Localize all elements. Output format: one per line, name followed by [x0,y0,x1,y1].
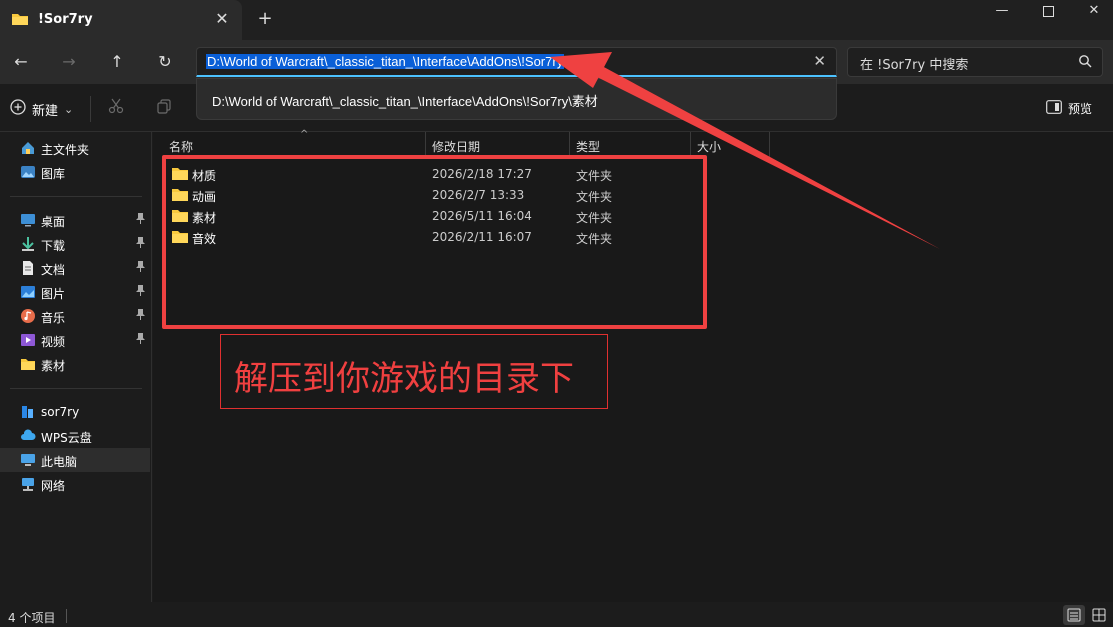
details-view-button[interactable] [1063,605,1085,625]
annotation-arrow [550,52,940,249]
status-bar: 4 个项目 [0,602,1113,627]
status-divider [66,609,67,623]
large-icons-view-button[interactable] [1088,605,1110,625]
item-count: 4 个项目 [8,611,56,625]
